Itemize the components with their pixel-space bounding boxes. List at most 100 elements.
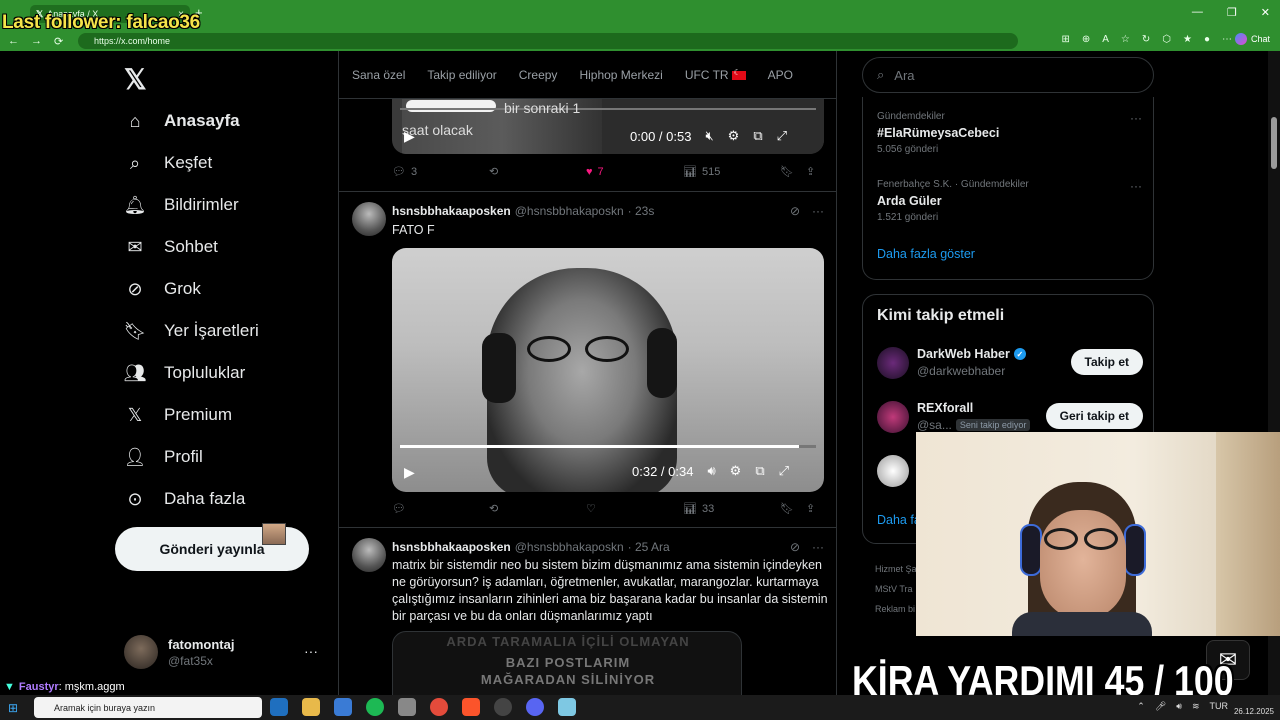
taskbar-date[interactable]: 26.12.2025 <box>1234 707 1274 716</box>
explorer-app-icon[interactable] <box>302 698 320 716</box>
settings-icon[interactable]: ⚙ <box>730 463 742 479</box>
grok-icon[interactable]: ⊘ <box>790 540 800 554</box>
tab-following[interactable]: Takip ediliyor <box>427 68 496 82</box>
more-icon[interactable]: ··· <box>812 204 824 218</box>
follow-suggestion[interactable]: DarkWeb Haber ✓ @darkwebhaber Takip et <box>877 347 1143 383</box>
nav-grok[interactable]: ⊘ Grok <box>124 278 200 300</box>
settings-icon[interactable]: ⚙ <box>728 128 740 144</box>
discord-app-icon[interactable] <box>526 698 544 716</box>
show-more-link[interactable]: Daha fa <box>877 513 921 527</box>
x-logo-icon[interactable]: 𝕏 <box>124 63 147 96</box>
video-seek-bar[interactable] <box>400 445 816 448</box>
repost-button[interactable]: ⟲ <box>489 502 586 515</box>
mute-icon[interactable]: 🔇︎ <box>705 128 713 144</box>
nav-messages[interactable]: ✉ Sohbet <box>124 236 217 258</box>
repost-button[interactable]: ⟲ <box>489 165 586 178</box>
footer-link[interactable]: Reklam bi <box>875 599 917 619</box>
minimize-icon[interactable]: — <box>1192 6 1203 19</box>
calculator-app-icon[interactable] <box>398 698 416 716</box>
views-button[interactable]: 📊︎ 33 <box>683 502 780 516</box>
more-icon[interactable]: ··· <box>1130 179 1142 193</box>
post-time[interactable]: · 25 Ara <box>628 540 670 554</box>
avatar[interactable] <box>352 202 386 236</box>
back-icon[interactable]: ← <box>8 35 19 47</box>
language-indicator[interactable]: TUR <box>1210 701 1229 712</box>
nav-premium[interactable]: 𝕏 Premium <box>124 404 232 426</box>
bookmark-button[interactable]: 🔖︎ <box>780 502 806 515</box>
nav-profile[interactable]: 👤︎ Profil <box>124 446 203 468</box>
nav-communities[interactable]: 👥︎ Topluluklar <box>124 362 246 384</box>
grok-icon[interactable]: ⊘ <box>790 204 800 218</box>
trend-item[interactable]: Fenerbahçe S.K. · Gündemdekiler Arda Gül… <box>877 179 1142 223</box>
author-handle[interactable]: @hsnsbbhakaposkn <box>515 540 624 554</box>
windows-start-icon[interactable]: ⊞ <box>8 701 18 715</box>
app-icon[interactable] <box>334 698 352 716</box>
more-icon[interactable]: ··· <box>812 540 824 554</box>
play-icon[interactable]: ▶ <box>404 128 415 145</box>
profile-icon[interactable]: ● <box>1204 34 1210 45</box>
share-button[interactable]: ⇪ <box>806 502 815 515</box>
views-button[interactable]: 📊︎ 515 <box>683 165 780 179</box>
chrome-app-icon[interactable] <box>430 698 448 716</box>
more-icon[interactable]: ··· <box>304 643 318 659</box>
author-name[interactable]: hsnsbbhakaaposken <box>392 540 511 554</box>
tab-for-you[interactable]: Sana özel <box>352 68 405 82</box>
scrollbar-thumb[interactable] <box>1271 117 1277 169</box>
like-button[interactable]: ♥ 7 <box>586 166 683 178</box>
tab-hiphop[interactable]: Hiphop Merkezi <box>579 68 662 82</box>
share-button[interactable]: ⇪ <box>806 165 815 178</box>
video-player[interactable]: ▶ 0:32 / 0:34 🔊︎ ⚙ ⧉ ⤢ <box>392 248 824 492</box>
wifi-icon[interactable]: ≋ <box>1192 701 1200 712</box>
forward-icon[interactable]: → <box>31 35 42 47</box>
reload-icon[interactable]: ⟳ <box>54 35 63 48</box>
menu-icon[interactable]: ⋯ <box>1222 34 1232 45</box>
nav-explore[interactable]: ⌕ Keşfet <box>124 152 212 174</box>
tab-apo[interactable]: APO <box>768 68 793 82</box>
post-image[interactable]: ARDA TARAMALIA İÇİLİ OLMAYAN BAZI POSTLA… <box>392 631 742 695</box>
follow-back-button[interactable]: Geri takip et <box>1045 403 1143 429</box>
maximize-icon[interactable]: ❐ <box>1227 6 1237 19</box>
pip-icon[interactable]: ⧉ <box>753 128 762 144</box>
tab-ufc-tr[interactable]: UFC TR <box>685 68 746 82</box>
show-more-link[interactable]: Daha fazla göster <box>877 247 975 261</box>
read-aloud-icon[interactable]: A <box>1102 34 1109 45</box>
post-time[interactable]: · 23s <box>628 204 655 218</box>
app-icon[interactable] <box>558 698 576 716</box>
nav-home[interactable]: ⌂ Anasayfa <box>124 110 240 132</box>
obs-app-icon[interactable] <box>494 698 512 716</box>
account-switcher[interactable]: fatomontaj @fat35x ··· <box>124 635 318 669</box>
trend-item[interactable]: Gündemdekiler #ElaRümeysaCebeci 5.056 gö… <box>877 111 1142 155</box>
mic-icon[interactable]: 🎤︎ <box>1155 701 1166 712</box>
avatar[interactable] <box>352 538 386 572</box>
post[interactable]: hsnsbbhakaaposken @hsnsbbhakaposkn · 23s… <box>339 191 836 527</box>
volume-icon[interactable]: 🔊︎ <box>707 463 715 479</box>
refresh-ext-icon[interactable]: ↻ <box>1142 34 1150 45</box>
brave-app-icon[interactable] <box>462 698 480 716</box>
spotify-app-icon[interactable] <box>366 698 384 716</box>
edge-app-icon[interactable] <box>270 698 288 716</box>
author-handle[interactable]: @hsnsbbhakaposkn <box>515 204 624 218</box>
reply-button[interactable]: 💬︎ 3 <box>392 165 489 179</box>
author-name[interactable]: hsnsbbhakaaposken <box>392 204 511 218</box>
bookmark-button[interactable]: 🔖︎ <box>780 165 806 178</box>
nav-more[interactable]: ⊙ Daha fazla <box>124 488 245 510</box>
tab-creepy[interactable]: Creepy <box>519 68 558 82</box>
volume-icon[interactable]: 🔊︎ <box>1176 701 1182 712</box>
nav-notifications[interactable]: 🔔︎ Bildirimler <box>124 194 239 216</box>
footer-link[interactable]: MStV Tra <box>875 579 917 599</box>
follow-button[interactable]: Takip et <box>1070 349 1143 375</box>
play-icon[interactable]: ▶ <box>404 464 415 481</box>
search-input[interactable]: ⌕ Ara <box>862 57 1154 93</box>
zoom-icon[interactable]: ⊕ <box>1082 34 1090 45</box>
taskbar-search[interactable]: Aramak için buraya yazın <box>34 697 262 718</box>
fullscreen-icon[interactable]: ⤢ <box>779 463 789 479</box>
close-window-icon[interactable]: ✕ <box>1261 6 1270 19</box>
grid-icon[interactable]: ⊞ <box>1061 34 1069 45</box>
favorites-icon[interactable]: ★ <box>1183 34 1192 45</box>
nav-bookmarks[interactable]: 🔖︎ Yer İşaretleri <box>124 320 259 342</box>
video-seek-bar[interactable] <box>400 108 816 110</box>
pip-icon[interactable]: ⧉ <box>755 463 764 479</box>
more-icon[interactable]: ··· <box>1130 111 1142 125</box>
chevron-up-icon[interactable]: ⌃ <box>1137 701 1145 712</box>
like-button[interactable]: ♡ <box>586 502 683 515</box>
